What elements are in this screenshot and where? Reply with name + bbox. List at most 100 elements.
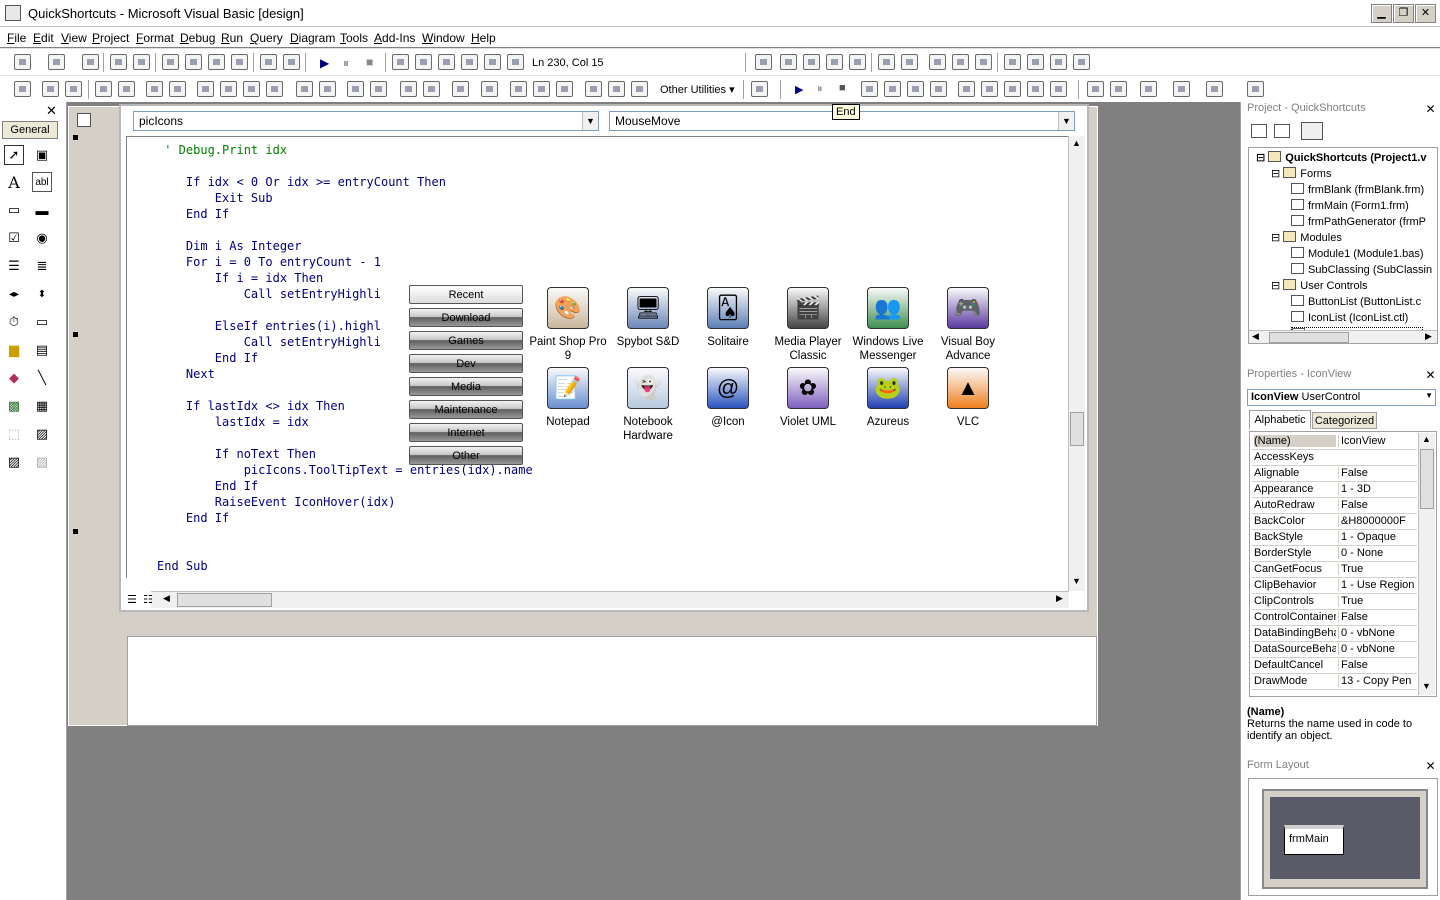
open-icon[interactable] <box>110 54 127 70</box>
data-view-icon[interactable] <box>507 54 524 70</box>
property-row[interactable]: ClipControls True <box>1252 594 1417 610</box>
property-value[interactable]: 0 - vbNone <box>1338 627 1416 639</box>
property-value[interactable]: &H8000000F <box>1338 515 1416 527</box>
uncomment-block-icon[interactable] <box>975 54 992 70</box>
properties-window-icon[interactable] <box>415 54 432 70</box>
scroll-up-icon[interactable]: ▲ <box>1072 138 1081 148</box>
image-tool-icon[interactable]: ▩ <box>4 396 24 416</box>
property-row[interactable]: DrawMode 13 - Copy Pen <box>1252 674 1417 690</box>
app-label[interactable]: Spybot S&D <box>607 335 689 349</box>
utility-7-icon[interactable] <box>197 81 214 97</box>
toolbox-close-icon[interactable]: ✕ <box>46 103 57 119</box>
run-icon[interactable]: ▶ <box>795 83 803 96</box>
property-value[interactable]: IconView <box>1338 435 1416 447</box>
scroll-left-icon[interactable]: ◀ <box>163 593 170 604</box>
project-root[interactable]: ⊟ QuickShortcuts (Project1.v <box>1256 151 1427 164</box>
hscrollbar-tool-icon[interactable]: ◂▸ <box>4 284 24 304</box>
immediate-icon[interactable] <box>981 81 998 97</box>
properties-scroll-thumb[interactable] <box>1420 449 1434 509</box>
custom-control-2-icon[interactable]: ▨ <box>4 452 24 472</box>
app-icon[interactable]: 🂡 <box>707 287 749 329</box>
app-label[interactable]: VLC <box>927 415 1009 429</box>
line-tool-icon[interactable]: ╲ <box>32 368 52 388</box>
properties-close-icon[interactable]: ✕ <box>1424 369 1437 382</box>
scroll-down-icon[interactable]: ▼ <box>1072 576 1081 586</box>
step-into-icon[interactable] <box>884 81 901 97</box>
call-stack-icon[interactable] <box>1050 81 1067 97</box>
utility-8-icon[interactable] <box>220 81 237 97</box>
procedure-combo-arrow-icon[interactable]: ▼ <box>1058 112 1074 130</box>
property-value[interactable]: 1 - Use Region <box>1338 579 1416 591</box>
align-icon[interactable] <box>1140 81 1157 97</box>
category-button-other[interactable]: Other <box>409 446 523 465</box>
textbox-tool-icon[interactable]: abl <box>32 172 52 192</box>
form-layout-close-icon[interactable]: ✕ <box>1424 760 1437 773</box>
property-value[interactable]: 1 - 3D <box>1338 483 1416 495</box>
menu-diagram[interactable]: Diagram <box>290 31 335 45</box>
prev-bookmark-icon[interactable] <box>1050 54 1067 70</box>
property-row[interactable]: AccessKeys <box>1252 450 1417 466</box>
app-label[interactable]: Solitaire <box>687 335 769 349</box>
properties-scrollbar[interactable]: ▲ ▼ <box>1418 433 1435 695</box>
timer-tool-icon[interactable]: ⏱ <box>4 312 24 332</box>
checkbox-tool-icon[interactable]: ☑ <box>4 228 24 248</box>
menu-editor-icon[interactable] <box>82 54 99 70</box>
optionbutton-tool-icon[interactable]: ◉ <box>32 228 52 248</box>
utility-6-icon[interactable] <box>169 81 186 97</box>
comment-block-icon[interactable] <box>952 54 969 70</box>
collapse-icon[interactable]: ⊟ <box>1271 280 1283 292</box>
tree-hscrollbar[interactable]: ◀ ▶ <box>1249 330 1437 343</box>
tools-icon[interactable] <box>751 81 768 97</box>
form-resize-handle-1[interactable] <box>73 135 78 140</box>
bookmark-icon[interactable] <box>1004 54 1021 70</box>
step-over-icon[interactable] <box>907 81 924 97</box>
vb-app-icon[interactable] <box>5 5 21 21</box>
utility-9-icon[interactable] <box>243 81 260 97</box>
app-label[interactable]: Notebook Hardware <box>607 415 689 443</box>
category-button-games[interactable]: Games <box>409 331 523 350</box>
indent-icon[interactable] <box>878 54 895 70</box>
layout-2-icon[interactable] <box>1110 81 1127 97</box>
menu-tools[interactable]: Tools <box>340 31 368 45</box>
copy-icon[interactable] <box>185 54 202 70</box>
property-value[interactable]: 0 - vbNone <box>1338 643 1416 655</box>
vscrollbar-tool-icon[interactable]: ⬍ <box>32 284 52 304</box>
scroll-right-icon[interactable]: ▶ <box>1056 593 1063 604</box>
tab-categorized[interactable]: Categorized <box>1312 412 1377 429</box>
app-label[interactable]: Paint Shop Pro 9 <box>527 335 609 363</box>
utility-14-icon[interactable] <box>370 81 387 97</box>
project-explorer-icon[interactable] <box>392 54 409 70</box>
app-label[interactable]: Violet UML <box>767 415 849 429</box>
debug-tool-4-icon[interactable] <box>826 54 843 70</box>
restore-button[interactable]: ❐ <box>1393 4 1414 23</box>
property-row[interactable]: DefaultCancel False <box>1252 658 1417 674</box>
tree-item[interactable]: frmPathGenerator (frmP <box>1291 215 1426 228</box>
label-tool-icon[interactable]: A <box>4 172 24 192</box>
app-icon[interactable]: ✿ <box>787 367 829 409</box>
form-layout-frmmain[interactable]: frmMain <box>1284 825 1344 855</box>
tree-scroll-thumb[interactable] <box>1269 332 1349 343</box>
form-canvas[interactable] <box>127 636 1097 726</box>
outdent-icon[interactable] <box>901 54 918 70</box>
undo-icon[interactable] <box>260 54 277 70</box>
object-combobox[interactable]: picIcons ▼ <box>133 111 599 131</box>
full-module-view-icon[interactable]: ☷ <box>143 593 153 606</box>
property-row[interactable]: Appearance 1 - 3D <box>1252 482 1417 498</box>
utility-10-icon[interactable] <box>266 81 283 97</box>
tree-item[interactable]: frmBlank (frmBlank.frm) <box>1291 183 1424 196</box>
object-selector[interactable]: IconView UserControl ▼ <box>1247 389 1436 406</box>
property-value[interactable]: False <box>1338 467 1416 479</box>
form-resize-handle-2[interactable] <box>73 332 78 337</box>
save-icon[interactable] <box>133 54 150 70</box>
utility-24-icon[interactable] <box>631 81 648 97</box>
category-button-download[interactable]: Download <box>409 308 523 327</box>
next-bookmark-icon[interactable] <box>1027 54 1044 70</box>
clear-bookmarks-icon[interactable] <box>1073 54 1090 70</box>
replace-icon[interactable] <box>118 81 135 97</box>
checkbox-tool-icon[interactable] <box>481 81 498 97</box>
category-button-recent[interactable]: Recent <box>409 285 523 304</box>
menu-query[interactable]: Query <box>250 31 283 45</box>
view-code-icon[interactable] <box>1251 124 1267 138</box>
collapse-icon[interactable]: ⊟ <box>1271 232 1283 244</box>
tree-item[interactable]: SubClassing (SubClassin <box>1291 263 1432 276</box>
